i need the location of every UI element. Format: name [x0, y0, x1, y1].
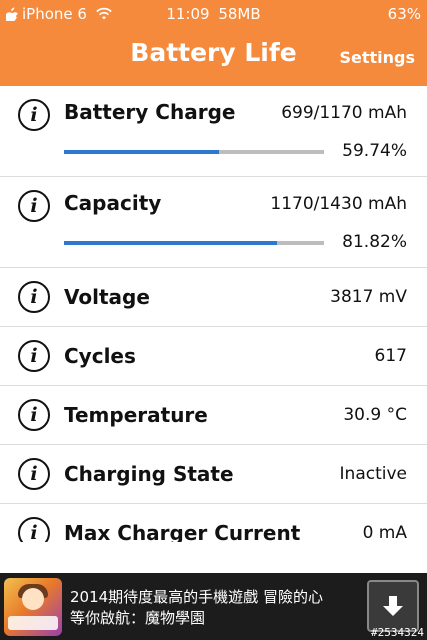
row-label: Max Charger Current — [64, 521, 301, 542]
status-battery: 63% — [387, 5, 421, 23]
header: iPhone 6 11:09 58MB 63% Battery Life Set… — [0, 0, 427, 86]
row-value: 0 mA — [362, 523, 407, 542]
percent-value: 59.74% — [342, 141, 407, 161]
row-value: 1170/1430 mAh — [270, 194, 407, 214]
game-logo — [8, 616, 58, 630]
percent-value: 81.82% — [342, 232, 407, 252]
progress-fill — [64, 150, 220, 154]
ad-line-2: 等你啟航：魔物學園 — [70, 609, 206, 627]
info-icon[interactable]: i — [18, 190, 50, 222]
info-icon[interactable]: i — [18, 517, 50, 542]
settings-button[interactable]: Settings — [339, 48, 415, 67]
row-cycles: i Cycles 617 — [0, 327, 427, 386]
battery-info-list[interactable]: i Battery Charge 699/1170 mAh 59.74% i C… — [0, 86, 427, 542]
row-voltage: i Voltage 3817 mV — [0, 268, 427, 327]
row-label: Charging State — [64, 462, 234, 486]
row-value: 30.9 °C — [343, 405, 407, 425]
row-label: Voltage — [64, 285, 150, 309]
status-center: 11:09 58MB — [0, 5, 427, 23]
download-button[interactable] — [367, 580, 419, 632]
row-value: 699/1170 mAh — [281, 103, 407, 123]
row-value: 617 — [374, 346, 407, 366]
info-icon[interactable]: i — [18, 99, 50, 131]
row-battery-charge: i Battery Charge 699/1170 mAh 59.74% — [0, 86, 427, 177]
row-label: Battery Charge — [64, 100, 236, 124]
ad-text[interactable]: 2014期待度最高的手機遊戲 冒險的心 等你啟航：魔物學園 — [70, 587, 360, 629]
row-label: Temperature — [64, 403, 208, 427]
ad-game-thumbnail[interactable] — [4, 578, 62, 636]
row-charging-state: i Charging State Inactive — [0, 445, 427, 504]
character-face — [22, 588, 44, 610]
status-time: 11:09 — [166, 5, 210, 23]
info-icon[interactable]: i — [18, 399, 50, 431]
ad-line-1: 2014期待度最高的手機遊戲 冒險的心 — [70, 588, 323, 606]
row-capacity: i Capacity 1170/1430 mAh 81.82% — [0, 177, 427, 268]
progress-bar — [64, 241, 324, 245]
download-arrow-icon — [383, 596, 403, 616]
row-value: Inactive — [339, 464, 407, 484]
progress-bar — [64, 150, 324, 154]
progress-fill — [64, 241, 277, 245]
info-icon[interactable]: i — [18, 340, 50, 372]
status-memory: 58MB — [218, 5, 261, 23]
status-bar: iPhone 6 11:09 58MB 63% — [0, 0, 427, 28]
image-id-label: #2534324 — [371, 626, 424, 639]
row-value: 3817 mV — [330, 287, 407, 307]
info-icon[interactable]: i — [18, 458, 50, 490]
row-temperature: i Temperature 30.9 °C — [0, 386, 427, 445]
row-label: Cycles — [64, 344, 136, 368]
info-icon[interactable]: i — [18, 281, 50, 313]
row-label: Capacity — [64, 191, 162, 215]
row-max-charger-current: i Max Charger Current 0 mA — [0, 504, 427, 542]
ad-banner[interactable]: 2014期待度最高的手機遊戲 冒險的心 等你啟航：魔物學園 #2534324 — [0, 573, 427, 640]
